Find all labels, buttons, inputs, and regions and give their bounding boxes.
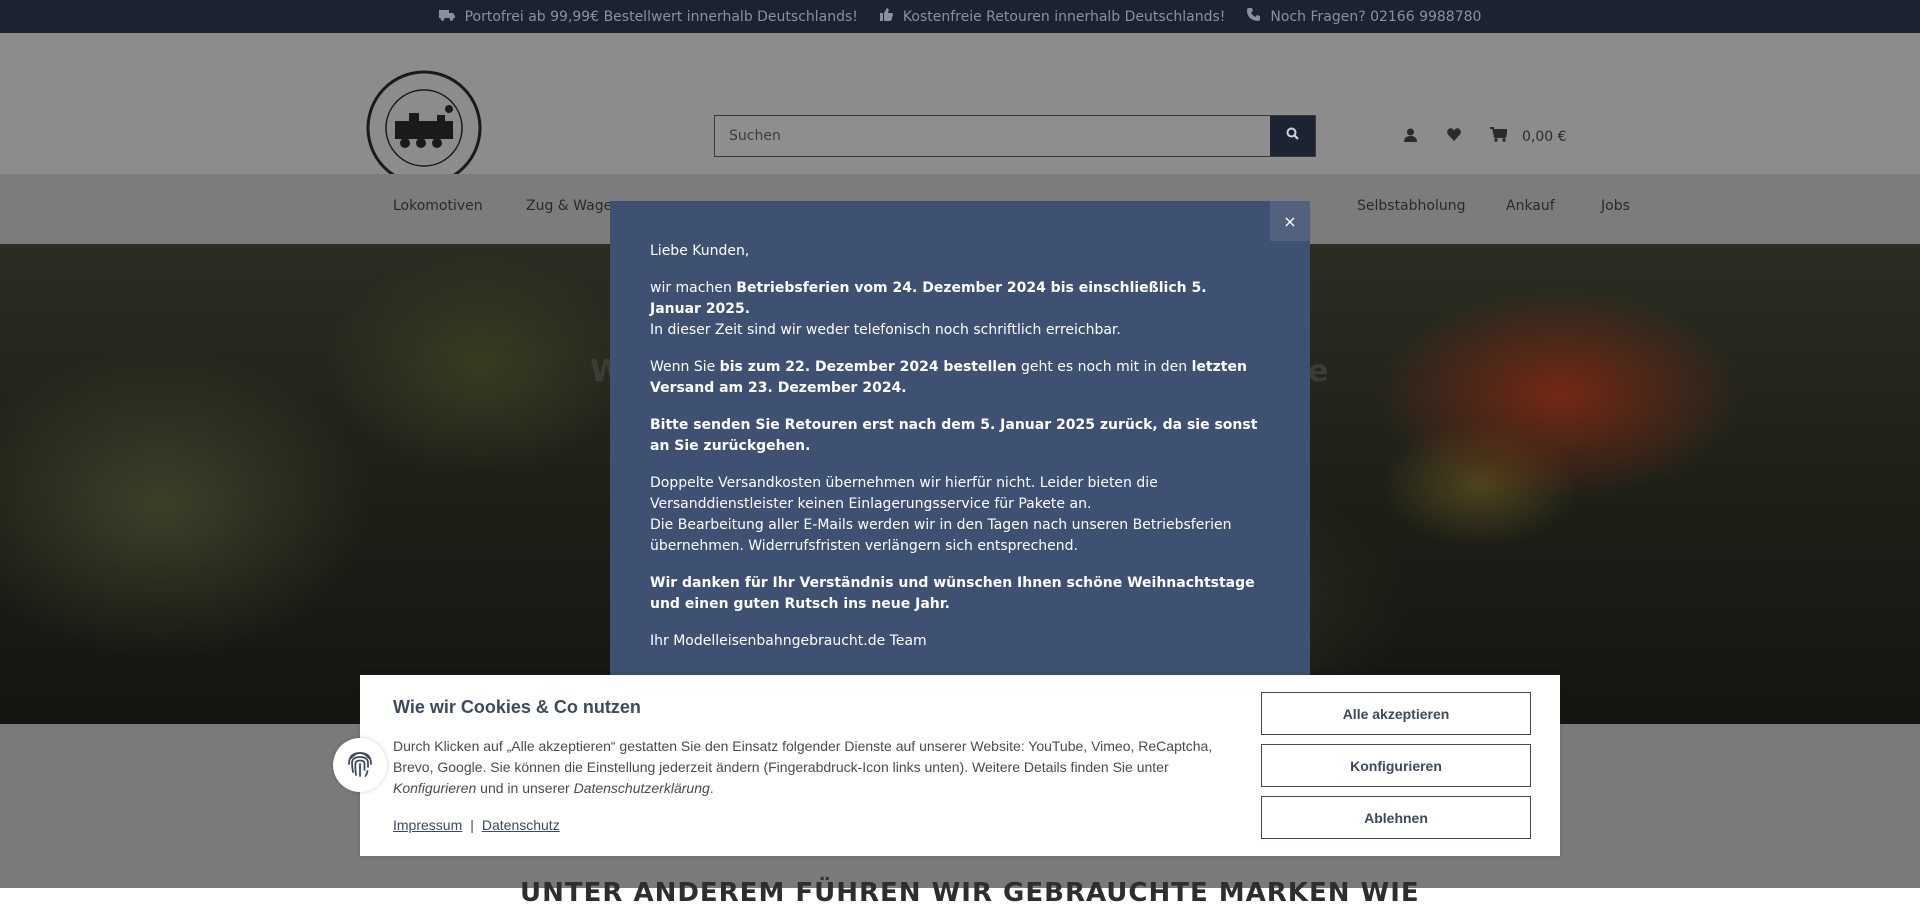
modal-p1-pre: wir machen <box>650 280 737 296</box>
cookie-text-part1: Durch Klicken auf „Alle akzeptieren“ ges… <box>393 738 1213 775</box>
heart-icon <box>1447 128 1461 146</box>
wishlist-button[interactable] <box>1440 125 1468 149</box>
modal-p2-pre: Wenn Sie <box>650 359 720 375</box>
modal-paragraph-1: wir machen Betriebsferien vom 24. Dezemb… <box>650 278 1262 341</box>
close-icon: × <box>1283 211 1297 231</box>
consent-settings-button[interactable] <box>333 738 387 792</box>
cookie-text-part2: und in unserer <box>476 780 574 796</box>
cart-icon <box>1489 127 1508 147</box>
cookie-title: Wie wir Cookies & Co nutzen <box>393 697 641 717</box>
modal-p5-bold: Wir danken für Ihr Verständnis und wünsc… <box>650 575 1255 612</box>
announcement-phone-text[interactable]: Noch Fragen? 02166 9988780 <box>1270 9 1481 25</box>
modal-greeting: Liebe Kunden, <box>650 243 750 259</box>
modal-close-button[interactable]: × <box>1270 201 1310 241</box>
modal-p1-line2: In dieser Zeit sind wir weder telefonisc… <box>650 322 1121 338</box>
announcement-shipping-text: Portofrei ab 99,99€ Bestellwert innerhal… <box>464 8 858 25</box>
brands-heading: UNTER ANDEREM FÜHREN WIR GEBRAUCHTE MARK… <box>520 878 1420 908</box>
cart-total[interactable]: 0,00 € <box>1522 129 1567 145</box>
accept-all-button[interactable]: Alle akzeptieren <box>1261 692 1531 735</box>
modal-p4-line1: Doppelte Versandkosten übernehmen wir hi… <box>650 475 1158 512</box>
cookie-links: Impressum | Datenschutz <box>393 817 560 833</box>
account-button[interactable] <box>1396 125 1424 149</box>
configure-button[interactable]: Konfigurieren <box>1261 744 1531 787</box>
search-button[interactable] <box>1270 116 1315 156</box>
holiday-notice-modal: × Liebe Kunden, wir machen Betriebsferie… <box>610 201 1310 687</box>
header-actions: 0,00 € <box>1396 125 1567 149</box>
datenschutz-link[interactable]: Datenschutz <box>482 817 560 833</box>
thumbs-up-icon <box>879 8 893 25</box>
reject-button[interactable]: Ablehnen <box>1261 796 1531 839</box>
announcement-phone: Noch Fragen? 02166 9988780 <box>1247 8 1481 25</box>
search-input[interactable]: Suchen <box>715 116 1270 156</box>
cookie-banner: Wie wir Cookies & Co nutzen Durch Klicke… <box>360 675 1560 856</box>
nav-item-lokomotiven[interactable]: Lokomotiven <box>393 198 483 214</box>
truck-icon <box>438 9 455 25</box>
site-header: Suchen 0,00 € <box>0 33 1920 186</box>
cookie-text-configure: Konfigurieren <box>393 780 477 796</box>
cart-button[interactable] <box>1484 125 1512 149</box>
modal-p2-mid: geht es noch mit in den <box>1016 359 1192 375</box>
modal-p3-bold: Bitte senden Sie Retouren erst nach dem … <box>650 417 1258 454</box>
impressum-link[interactable]: Impressum <box>393 817 462 833</box>
announcement-returns: Kostenfreie Retouren innerhalb Deutschla… <box>879 8 1226 25</box>
modal-p4-line2: Die Bearbeitung aller E-Mails werden wir… <box>650 517 1232 554</box>
nav-item-selbstabholung[interactable]: Selbstabholung <box>1357 198 1466 214</box>
modal-paragraph-4: Doppelte Versandkosten übernehmen wir hi… <box>650 473 1262 557</box>
modal-signature: Ihr Modelleisenbahngebraucht.de Team <box>650 633 927 649</box>
modal-paragraph-3: Bitte senden Sie Retouren erst nach dem … <box>650 415 1262 457</box>
modal-paragraph-5: Wir danken für Ihr Verständnis und wünsc… <box>650 573 1262 615</box>
user-icon <box>1403 128 1417 147</box>
link-separator: | <box>470 817 474 833</box>
modal-content: Liebe Kunden, wir machen Betriebsferien … <box>650 241 1262 668</box>
fingerprint-icon <box>345 748 375 783</box>
cookie-description: Durch Klicken auf „Alle akzeptieren“ ges… <box>393 736 1228 799</box>
announcement-shipping: Portofrei ab 99,99€ Bestellwert innerhal… <box>438 8 858 25</box>
announcement-bar: Portofrei ab 99,99€ Bestellwert innerhal… <box>0 0 1920 33</box>
cookie-text-part3: . <box>709 780 714 796</box>
modal-p2-bold1: bis zum 22. Dezember 2024 bestellen <box>719 359 1017 375</box>
nav-item-jobs[interactable]: Jobs <box>1601 198 1630 214</box>
nav-item-zug-wagen[interactable]: Zug & Wagen <box>526 198 621 214</box>
phone-icon <box>1247 8 1261 25</box>
announcement-returns-text: Kostenfreie Retouren innerhalb Deutschla… <box>902 8 1226 25</box>
hero-heading-fragment-right: e <box>1308 354 1329 389</box>
modal-paragraph-2: Wenn Sie bis zum 22. Dezember 2024 beste… <box>650 357 1262 399</box>
search-bar: Suchen <box>714 115 1316 157</box>
nav-item-ankauf[interactable]: Ankauf <box>1506 198 1555 214</box>
cookie-text-privacy: Datenschutzerklärung <box>573 780 710 796</box>
search-icon <box>1286 127 1299 145</box>
